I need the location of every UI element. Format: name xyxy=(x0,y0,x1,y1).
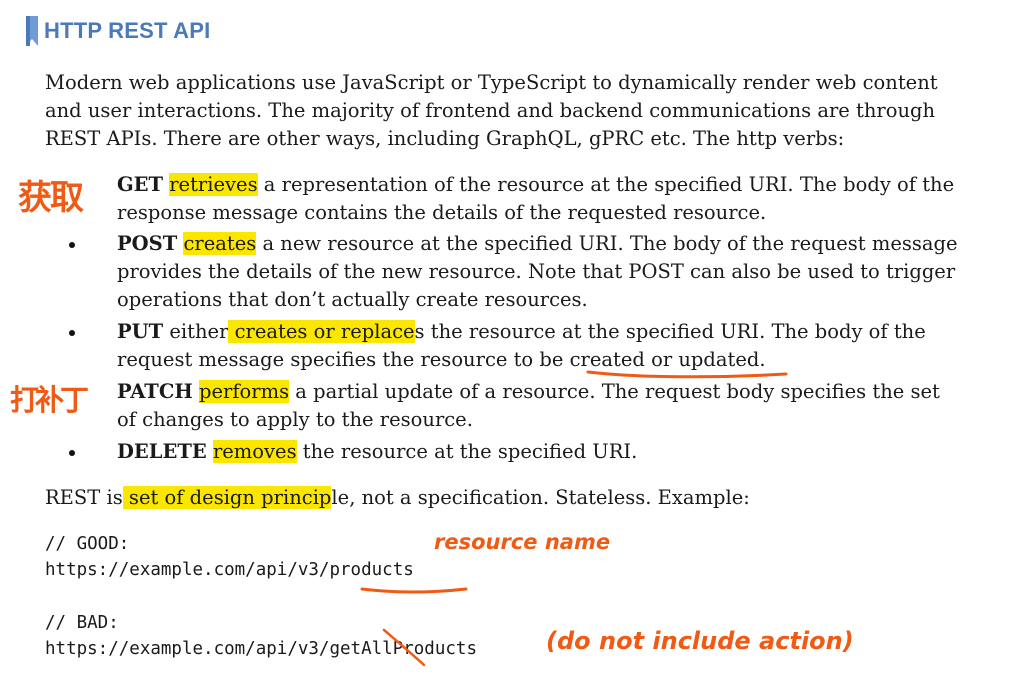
text-run: the resource at the specified URI. xyxy=(296,440,638,463)
intro-line: Modern web applications use JavaScript o… xyxy=(45,71,938,94)
highlighted-text: creates or replace xyxy=(228,320,415,343)
code-comment: // BAD: xyxy=(45,613,119,633)
text-run: a new resource at the specified URI. The… xyxy=(256,232,958,255)
list-item-line: PATCH performs a partial update of a res… xyxy=(117,378,997,406)
text-run: REST is xyxy=(45,486,123,509)
list-item-line: request message specifies the resource t… xyxy=(117,346,997,374)
list-item-post: POST creates a new resource at the speci… xyxy=(69,230,997,314)
page-title: HTTP REST API xyxy=(44,18,211,43)
action-segment: get xyxy=(329,639,362,659)
intro-paragraph: Modern web applications use JavaScript o… xyxy=(45,69,995,153)
verb-label: PUT xyxy=(117,320,164,343)
list-item-put: PUT either creates or replaces the resou… xyxy=(69,318,997,374)
verb-label: GET xyxy=(117,173,164,196)
code-text: AllProducts xyxy=(361,639,477,659)
handwritten-note-get: 获取 xyxy=(18,178,84,218)
bullet-dot xyxy=(69,450,75,456)
code-comment: // GOOD: xyxy=(45,534,130,554)
text-run: a representation of the resource at the … xyxy=(257,173,955,196)
list-item-line: operations that don’t actually create re… xyxy=(117,288,588,311)
list-item-patch: PATCH performs a partial update of a res… xyxy=(117,378,997,434)
text-run: request message specifies the resource t… xyxy=(117,348,570,371)
list-item-line: GET retrieves a representation of the re… xyxy=(117,171,997,199)
code-bad-example: // BAD: https://example.com/api/v3/getAl… xyxy=(45,610,477,662)
list-item-line: provides the details of the new resource… xyxy=(117,260,956,283)
ink-underline xyxy=(360,587,468,594)
highlighted-text: removes xyxy=(212,440,297,463)
list-item-line: of changes to apply to the resource. xyxy=(117,408,473,431)
text-run xyxy=(207,440,213,463)
handwritten-note-resource: resource name xyxy=(434,530,611,554)
code-url: https://example.com/api/v3/products xyxy=(45,557,414,583)
rest-line: REST is set of design principle, not a s… xyxy=(45,484,995,512)
section-heading: HTTP REST API xyxy=(26,16,210,46)
text-run: le, not a specification. Stateless. Exam… xyxy=(331,486,750,509)
document-page: HTTP REST API Modern web applications us… xyxy=(0,0,1009,679)
list-item-line: response message contains the details of… xyxy=(117,201,767,224)
highlighted-text: performs xyxy=(198,380,290,403)
handwritten-note-action: (do not include action) xyxy=(546,627,854,655)
list-item-delete: DELETE removes the resource at the speci… xyxy=(69,438,997,466)
code-text: https://example.com/api/v3/ xyxy=(45,639,330,659)
verb-label: DELETE xyxy=(117,440,207,463)
verb-label: PATCH xyxy=(117,380,193,403)
highlighted-text: set of design princip xyxy=(122,486,332,509)
text-run: either xyxy=(163,320,229,343)
list-item-line: PUT either creates or replaces the resou… xyxy=(117,318,997,346)
bullet-dot xyxy=(69,330,75,336)
rest-definition: REST is set of design principle, not a s… xyxy=(45,484,995,512)
underlined-text: created or updated xyxy=(569,348,760,371)
intro-line: REST APIs. There are other ways, includi… xyxy=(45,127,845,150)
bullet-dot xyxy=(69,242,75,248)
list-item-get: GET retrieves a representation of the re… xyxy=(117,171,997,227)
verb-label: POST xyxy=(117,232,178,255)
text-run: a partial update of a resource. The requ… xyxy=(289,380,940,403)
code-text: https://example.com/api/v3/ xyxy=(45,560,330,580)
text-run: . xyxy=(759,348,766,371)
list-item-line: POST creates a new resource at the speci… xyxy=(117,230,997,258)
resource-segment: products xyxy=(329,560,414,580)
handwritten-note-patch: 打补丁 xyxy=(10,383,89,417)
code-good-example: // GOOD: https://example.com/api/v3/prod… xyxy=(45,531,414,583)
bookmark-icon xyxy=(26,16,38,46)
highlighted-text: creates xyxy=(183,232,257,255)
code-url: https://example.com/api/v3/getAllProduct… xyxy=(45,636,477,662)
highlighted-text: retrieves xyxy=(169,173,258,196)
text-run: s the resource at the specified URI. The… xyxy=(414,320,926,343)
list-item-line: DELETE removes the resource at the speci… xyxy=(117,438,997,466)
intro-line: and user interactions. The majority of f… xyxy=(45,99,936,122)
